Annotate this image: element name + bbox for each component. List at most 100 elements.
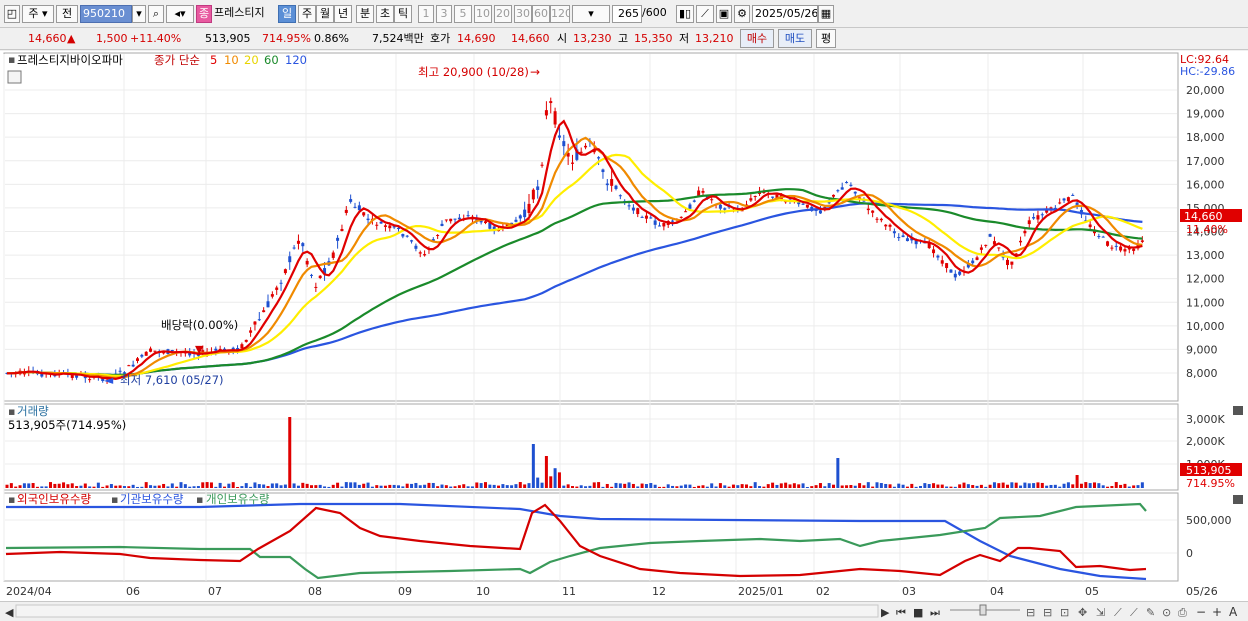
volume-bar — [688, 484, 692, 488]
candle-body — [1032, 217, 1036, 219]
volume-bar — [718, 483, 722, 488]
layout-2-icon[interactable]: ⊟ — [1043, 606, 1052, 619]
interval-button-1[interactable]: 주 — [298, 5, 316, 23]
count-input[interactable]: 265 — [612, 5, 642, 23]
camera-icon[interactable]: ⊙ — [1162, 606, 1171, 619]
holdings-close-icon[interactable] — [1233, 495, 1243, 504]
unit-button-6[interactable]: 60 — [532, 5, 550, 23]
print-icon[interactable]: ⎙ — [1178, 606, 1187, 619]
volume-bar — [1027, 483, 1031, 488]
line-tool-icon[interactable]: ⟋ — [696, 5, 714, 23]
calendar-icon[interactable]: ▦ — [818, 5, 834, 23]
volume-bar — [383, 485, 387, 488]
zoom-out-icon[interactable]: − — [1196, 605, 1206, 619]
last-icon[interactable]: ⏭ — [930, 606, 940, 619]
volume-bar — [992, 482, 996, 488]
interval-button-0[interactable]: 일 — [278, 5, 296, 23]
zoom-slider-handle[interactable] — [979, 604, 987, 616]
interval-button-6[interactable]: 틱 — [394, 5, 412, 23]
unit-button-4[interactable]: 20 — [494, 5, 512, 23]
interval-button-2[interactable]: 월 — [316, 5, 334, 23]
volume-bar — [192, 486, 196, 488]
candle-body — [418, 252, 422, 254]
volume-bar — [453, 486, 457, 488]
volume-menu-icon[interactable]: ▪ — [8, 405, 15, 418]
holdings-menu-icon[interactable]: ▪ — [8, 493, 15, 506]
candle-body — [1088, 224, 1092, 228]
candle-body — [618, 195, 622, 197]
unit-button-7[interactable]: 120 — [550, 5, 570, 23]
candle-body — [1101, 236, 1105, 238]
eval-button[interactable]: 평 — [816, 29, 836, 48]
prev-button[interactable]: 전 — [56, 5, 78, 23]
unit-button-0[interactable]: 1 — [418, 5, 434, 23]
table-toggle-icon[interactable] — [7, 70, 22, 84]
code-dropdown-icon[interactable]: ▾ — [132, 5, 146, 23]
interval-button-4[interactable]: 분 — [356, 5, 374, 23]
candle-body — [453, 218, 457, 220]
crosshair-icon[interactable]: ✥ — [1078, 606, 1087, 619]
stock-code-input[interactable]: 950210 — [80, 5, 132, 23]
ma5-label: 5 — [210, 53, 217, 67]
high-annotation: 최고 20,900 (10/28) — [418, 65, 529, 79]
volume-bar — [1119, 484, 1123, 488]
volume-bar — [436, 486, 440, 488]
panel-menu-icon[interactable]: ▪ — [8, 53, 15, 66]
date-input[interactable]: 2025/05/26 — [752, 5, 818, 23]
stop-icon[interactable]: ■ — [913, 606, 923, 619]
interval-button-3[interactable]: 년 — [334, 5, 352, 23]
count-dropdown[interactable]: ▾ — [572, 5, 610, 23]
window-menu-icon[interactable]: ◰ — [4, 5, 20, 23]
scroll-track[interactable] — [15, 604, 879, 618]
sell-button[interactable]: 매도 — [778, 29, 812, 48]
layout-3-icon[interactable]: ⊡ — [1060, 606, 1069, 619]
buy-button[interactable]: 매수 — [740, 29, 774, 48]
font-size-icon[interactable]: A — [1229, 605, 1238, 619]
scroll-left-icon[interactable]: ◀ — [5, 606, 14, 619]
volume-bar — [1006, 484, 1009, 488]
volume-bar — [862, 485, 866, 488]
unit-button-1[interactable]: 3 — [436, 5, 452, 23]
volume-value-label: 513,905주(714.95%) — [8, 418, 126, 432]
gear-icon[interactable]: ⚙ — [734, 5, 750, 23]
zoom-in-icon[interactable]: + — [1212, 605, 1222, 619]
volume-bar — [536, 477, 540, 488]
sound-icon[interactable]: ◂▾ — [166, 5, 194, 23]
volume-bar — [858, 483, 862, 488]
layout-1-icon[interactable]: ⊟ — [1026, 606, 1035, 619]
volume-bar — [566, 484, 570, 488]
candle-type-icon[interactable]: ▮▯ — [676, 5, 694, 23]
volume-bar — [588, 485, 592, 488]
volume-bar — [745, 484, 748, 488]
fib-icon[interactable]: ⟋ — [1130, 606, 1138, 619]
volume-bar — [666, 484, 670, 488]
unit-button-5[interactable]: 30 — [514, 5, 532, 23]
first-icon[interactable]: ⏮ — [896, 606, 906, 619]
candle-body — [936, 255, 940, 258]
legend-sep-2: ▪ — [196, 493, 203, 506]
trendline-icon[interactable]: ⟋ — [1114, 606, 1122, 619]
period-type-select[interactable]: 주 ▾ — [22, 5, 54, 23]
save-icon[interactable]: ▣ — [716, 5, 732, 23]
pointer-icon[interactable]: ⇲ — [1096, 606, 1105, 619]
x-tick-label: 2025/01 — [738, 585, 784, 598]
candle-body — [88, 379, 92, 381]
search-icon[interactable]: ⌕ — [148, 5, 164, 23]
interval-button-5[interactable]: 초 — [376, 5, 394, 23]
candle-body — [818, 210, 822, 214]
candle-body — [244, 339, 248, 342]
volume-bar — [740, 484, 744, 488]
volume-bar — [953, 486, 957, 488]
volume-close-icon[interactable] — [1233, 406, 1243, 415]
volume-bar — [553, 468, 557, 488]
volume-bar — [270, 483, 274, 488]
unit-button-2[interactable]: 5 — [454, 5, 472, 23]
volume-bar — [1058, 486, 1062, 488]
candle-body — [144, 351, 148, 356]
volume-bar — [1036, 482, 1040, 488]
unit-button-3[interactable]: 10 — [474, 5, 492, 23]
volume-bar — [366, 482, 370, 488]
draw-icon[interactable]: ✎ — [1146, 606, 1155, 619]
scroll-right-icon[interactable]: ▶ — [881, 606, 890, 619]
scroll-bar[interactable]: ◀ ▶ ⏮ ■ ⏭ ⊟ ⊟ ⊡ ✥ ⇲ ⟋ ⟋ ✎ ⊙ ⎙ − + A — [0, 601, 1248, 621]
